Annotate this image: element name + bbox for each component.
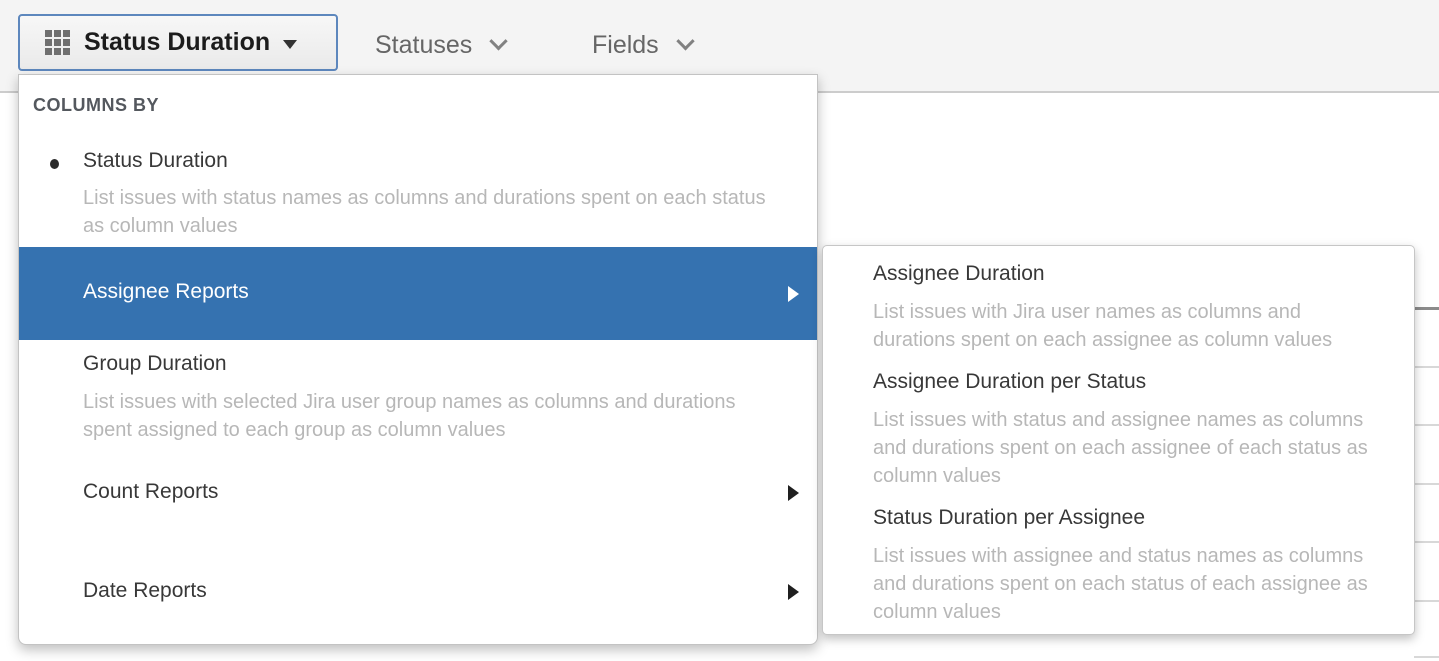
background-table-row-line [1414, 541, 1439, 543]
submenu-arrow-icon [788, 584, 799, 600]
submenu-item-status-duration-per-assignee-description: List issues with assignee and status nam… [873, 545, 1368, 623]
menu-item-status-duration[interactable]: Status Duration [83, 148, 228, 174]
menu-item-assignee-reports-label: Assignee Reports [83, 280, 249, 303]
menu-item-assignee-reports[interactable]: Assignee Reports [19, 247, 817, 340]
statuses-menu-label: Statuses [375, 31, 473, 59]
submenu-item-status-duration-per-assignee[interactable]: Status Duration per Assignee [873, 506, 1145, 530]
submenu-arrow-icon [788, 286, 799, 302]
background-table-row-line [1414, 483, 1439, 485]
menu-item-status-duration-description: List issues with status names as columns… [83, 187, 766, 237]
menu-item-date-reports[interactable]: Date Reports [83, 578, 207, 604]
background-table-row-line [1414, 424, 1439, 426]
menu-item-group-duration[interactable]: Group Duration [83, 351, 227, 377]
app-screen: Status Duration Statuses Fields COLUMNS … [0, 0, 1439, 661]
submenu-item-assignee-duration[interactable]: Assignee Duration [873, 262, 1045, 286]
background-table-row-line [1414, 656, 1439, 658]
caret-down-icon [283, 39, 298, 49]
background-table-row-line [1414, 600, 1439, 602]
selected-item-bullet-icon [50, 159, 59, 169]
report-type-button-label: Status Duration [84, 28, 271, 56]
chevron-down-icon [675, 32, 695, 51]
submenu-item-assignee-duration-per-status-description: List issues with status and assignee nam… [873, 409, 1368, 487]
assignee-reports-submenu: Assignee Duration List issues with Jira … [822, 245, 1415, 635]
report-type-button[interactable]: Status Duration [18, 14, 338, 71]
grid-icon [45, 30, 70, 55]
submenu-item-assignee-duration-per-status[interactable]: Assignee Duration per Status [873, 370, 1146, 394]
menu-item-group-duration-description: List issues with selected Jira user grou… [83, 391, 736, 441]
chevron-down-icon [489, 32, 508, 51]
background-table-header-line [1414, 307, 1439, 310]
background-table-row-line [1414, 366, 1439, 368]
submenu-arrow-icon [788, 485, 799, 501]
section-label: COLUMNS BY [33, 95, 159, 115]
fields-menu-label: Fields [592, 31, 659, 59]
menu-item-count-reports[interactable]: Count Reports [83, 479, 218, 505]
submenu-item-assignee-duration-description: List issues with Jira user names as colu… [873, 301, 1333, 351]
columns-by-dropdown: COLUMNS BY Status Duration List issues w… [18, 74, 818, 645]
